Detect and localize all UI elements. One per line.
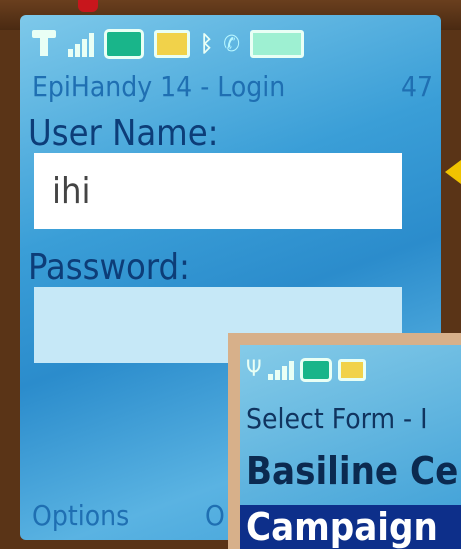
- select-form-screen: Ψ Select Form - I Basiline Ce Campaign: [240, 345, 461, 549]
- message-icon: [337, 358, 366, 381]
- phone-icon: [299, 357, 332, 382]
- form-list-item[interactable]: Basiline Ce: [246, 449, 458, 493]
- arrow-marker: [445, 160, 461, 184]
- signal-bars-icon: [267, 360, 294, 380]
- handset-icon: ✆: [223, 31, 240, 57]
- antenna-icon: Ψ: [246, 357, 262, 382]
- counter: 47: [400, 70, 433, 103]
- phone-icon: [104, 29, 144, 59]
- battery-icon: [249, 30, 304, 58]
- inset-status-bar: Ψ: [246, 357, 366, 382]
- status-bar: ᛒ ✆: [30, 27, 304, 61]
- middle-softkey[interactable]: O: [205, 499, 225, 532]
- form-list-item-selected[interactable]: Campaign: [240, 505, 461, 549]
- options-softkey[interactable]: Options: [32, 499, 129, 532]
- user-name-value: ihi: [52, 171, 91, 212]
- message-icon: [154, 30, 190, 58]
- bluetooth-icon: ᛒ: [200, 31, 214, 57]
- select-form-inset: Ψ Select Form - I Basiline Ce Campaign: [228, 333, 461, 549]
- title-row: EpiHandy 14 - Login 47: [32, 70, 433, 103]
- select-form-title: Select Form - I: [246, 402, 428, 435]
- user-name-field[interactable]: ihi: [34, 153, 402, 229]
- user-name-label: User Name:: [28, 113, 219, 154]
- device-marker: [78, 0, 98, 12]
- page-title: EpiHandy 14 - Login: [32, 70, 286, 103]
- antenna-icon: [30, 30, 58, 58]
- signal-bars-icon: [68, 31, 94, 57]
- password-label: Password:: [28, 247, 190, 288]
